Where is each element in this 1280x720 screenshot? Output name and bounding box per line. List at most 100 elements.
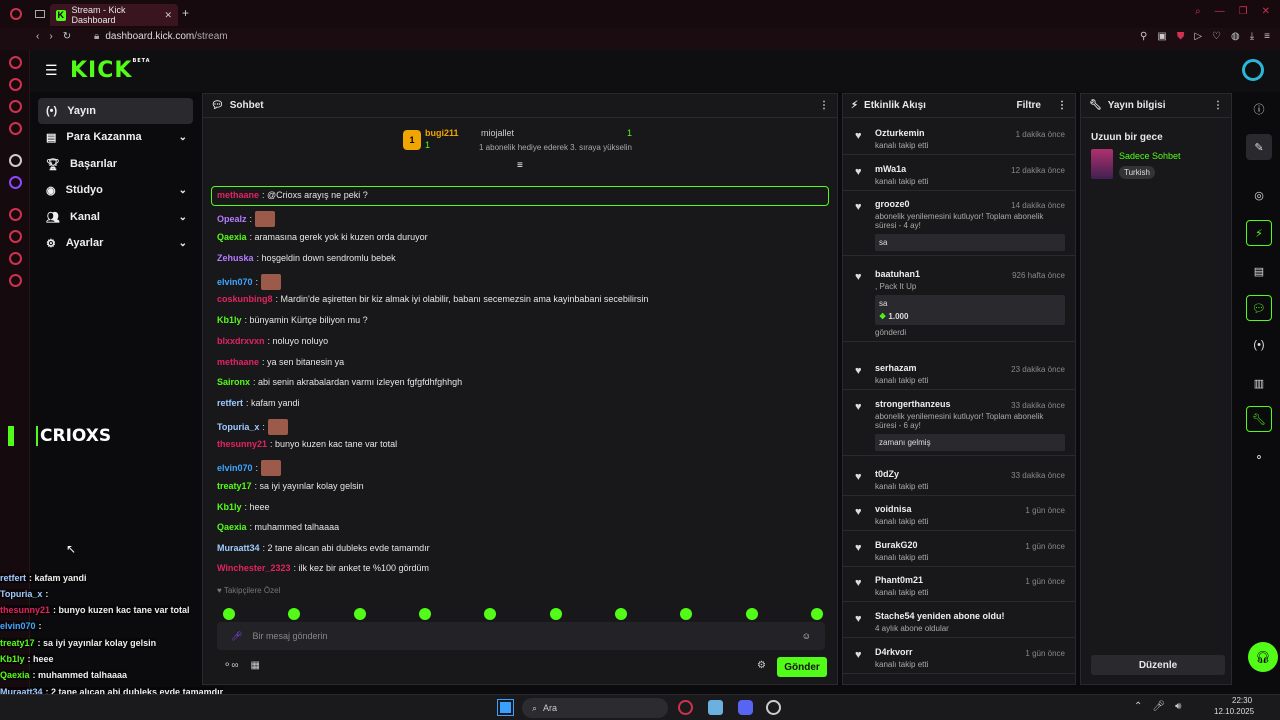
chat-username[interactable]: Kb1ly (217, 315, 242, 325)
chat-username[interactable]: coskunbing8 (217, 294, 273, 304)
url-field[interactable]: 🔒︎ dashboard.kick.com/stream (94, 31, 228, 42)
gifter-1-name[interactable]: bugi211 (425, 128, 459, 138)
clock-time[interactable]: 22:30 (1232, 696, 1252, 705)
chat-username[interactable]: methaane (217, 357, 259, 367)
chat-username[interactable]: Zehuska (217, 253, 254, 263)
app-icon[interactable] (766, 700, 781, 715)
collapse-icon[interactable]: ≡ (517, 160, 523, 171)
sidebar-app-icon[interactable] (9, 122, 22, 135)
chat-username[interactable]: Kb1ly (217, 502, 242, 512)
nav-item-yayin[interactable]: (•) Yayın (38, 98, 193, 124)
chat-username[interactable]: elvin070 (217, 463, 253, 473)
chat-username[interactable]: thesunny21 (217, 439, 267, 449)
minimize-icon[interactable]: — (1215, 6, 1225, 17)
edit-button[interactable]: Düzenle (1091, 655, 1225, 675)
chat-username[interactable]: Qaexia (217, 232, 247, 242)
close-icon[interactable]: ✕ (164, 10, 172, 21)
app-icon[interactable] (708, 700, 723, 715)
broadcast-icon[interactable]: (•) (1246, 332, 1272, 358)
emote-icon[interactable] (549, 608, 562, 620)
chat-username[interactable]: Topuria_x (217, 422, 259, 432)
start-icon[interactable] (497, 699, 514, 716)
emote-icon[interactable] (223, 608, 235, 620)
nav-item-kanal[interactable]: 👥︎ Kanal ⌄ (38, 204, 193, 230)
close-window-icon[interactable]: ✕ (1262, 6, 1270, 17)
kick-logo[interactable]: KICKBETA (70, 58, 151, 83)
forward-icon[interactable]: › (49, 31, 52, 42)
pencil-icon[interactable]: ✎ (1246, 134, 1272, 160)
chat-username[interactable]: retfert (217, 398, 243, 408)
shield-icon[interactable]: ⛊ (1177, 31, 1185, 42)
sidebar-app-icon[interactable] (9, 176, 22, 189)
document-icon[interactable]: ▤ (1246, 258, 1272, 284)
category-thumbnail[interactable] (1091, 149, 1113, 179)
emote-icon[interactable] (484, 608, 497, 620)
tabs-icon[interactable] (35, 10, 45, 18)
emote-icon[interactable] (418, 608, 431, 620)
sidebar-app-icon[interactable] (9, 154, 22, 167)
more-options-icon[interactable]: ⋮ (1213, 100, 1223, 111)
opera-taskbar-icon[interactable] (678, 700, 693, 715)
nav-item-studyo[interactable]: ◉ Stüdyo ⌄ (38, 177, 193, 203)
chat-username[interactable]: Qaexia (217, 522, 247, 532)
speaker-icon[interactable]: 🔊︎ (1175, 701, 1181, 712)
microphone-icon[interactable]: 🎤︎ (231, 631, 242, 642)
account-icon[interactable]: ◍ (1231, 31, 1240, 42)
emote-icon[interactable] (745, 608, 758, 620)
info-icon[interactable]: ⓘ (1246, 96, 1272, 122)
emote-icon[interactable] (288, 608, 301, 620)
more-options-icon[interactable]: ⋮ (1057, 100, 1067, 111)
hamburger-icon[interactable]: ☰ (45, 62, 58, 79)
chat-icon[interactable]: 💬︎ (1246, 295, 1272, 321)
gifter-2-name[interactable]: miojallet (481, 128, 514, 138)
heart-icon[interactable]: ♡ (1212, 31, 1221, 42)
chevron-up-icon[interactable]: ⌃ (1134, 701, 1142, 712)
tag-chip[interactable]: Turkish (1119, 166, 1155, 179)
chat-username[interactable]: Winchester_2323 (217, 563, 290, 573)
emote-icon[interactable] (680, 608, 693, 620)
chat-username[interactable]: Opealz (217, 214, 247, 224)
sidebar-app-icon[interactable] (9, 230, 22, 243)
emoji-icon[interactable]: ☺ (802, 631, 811, 641)
menu-icon[interactable]: ≡ (1264, 31, 1270, 42)
emote-icon[interactable] (353, 608, 366, 620)
sidebar-app-icon[interactable] (9, 252, 22, 265)
wrench-icon[interactable]: 🔧︎ (1246, 406, 1272, 432)
chat-username[interactable]: blxxdrxvxn (217, 336, 265, 346)
nav-item-basarilar[interactable]: 🏆︎ Başarılar (38, 151, 193, 177)
support-button[interactable]: 🎧︎ (1248, 642, 1278, 672)
search-box[interactable]: ⌕ Ara (522, 698, 668, 718)
camera-icon[interactable]: ◎ (1246, 182, 1272, 208)
camera-icon[interactable]: ▣ (1157, 31, 1166, 42)
activity-username[interactable]: Stache54 yeniden abone oldu! (875, 611, 1065, 621)
emote-icon[interactable] (614, 608, 627, 620)
connections-icon[interactable]: ⚬∞ (223, 660, 239, 671)
opera-icon[interactable] (10, 8, 22, 20)
sidebar-app-icon[interactable] (9, 100, 22, 113)
chat-username[interactable]: Saironx (217, 377, 250, 387)
chat-input[interactable]: 🎤︎ Bir mesaj gönderin ☺ (217, 622, 825, 650)
send-button[interactable]: Gönder (777, 657, 827, 677)
sidebar-app-icon[interactable] (9, 274, 22, 287)
pin-icon[interactable]: ⚲ (1140, 31, 1147, 42)
play-icon[interactable]: ▷ (1194, 31, 1202, 42)
clock-date[interactable]: 12.10.2025 (1214, 707, 1254, 716)
store-icon[interactable]: ▦ (251, 660, 260, 671)
nav-item-ayarlar[interactable]: ⚙︎ Ayarlar ⌄ (38, 230, 193, 256)
search-icon[interactable]: ⌕ (1195, 6, 1201, 17)
bolt-icon[interactable]: ⚡︎ (1246, 220, 1272, 246)
connections-icon[interactable]: ⚬ (1246, 444, 1272, 470)
chat-username[interactable]: Muraatt34 (217, 543, 260, 553)
sidebar-app-icon[interactable] (9, 56, 22, 69)
download-icon[interactable]: ⤓ (1250, 31, 1254, 42)
microphone-icon[interactable]: 🎤︎ (1152, 701, 1165, 712)
more-options-icon[interactable]: ⋮ (819, 100, 829, 111)
chat-username[interactable]: elvin070 (217, 277, 253, 287)
nav-item-para-kazanma[interactable]: ▤ Para Kazanma ⌄ (38, 124, 193, 150)
filter-button[interactable]: Filtre (1017, 100, 1041, 111)
discord-icon[interactable] (738, 700, 753, 715)
layout-icon[interactable]: ▥ (1246, 370, 1272, 396)
new-tab-button[interactable]: + (182, 6, 189, 20)
sidebar-app-icon[interactable] (9, 208, 22, 221)
maximize-icon[interactable]: ❐ (1239, 6, 1248, 17)
